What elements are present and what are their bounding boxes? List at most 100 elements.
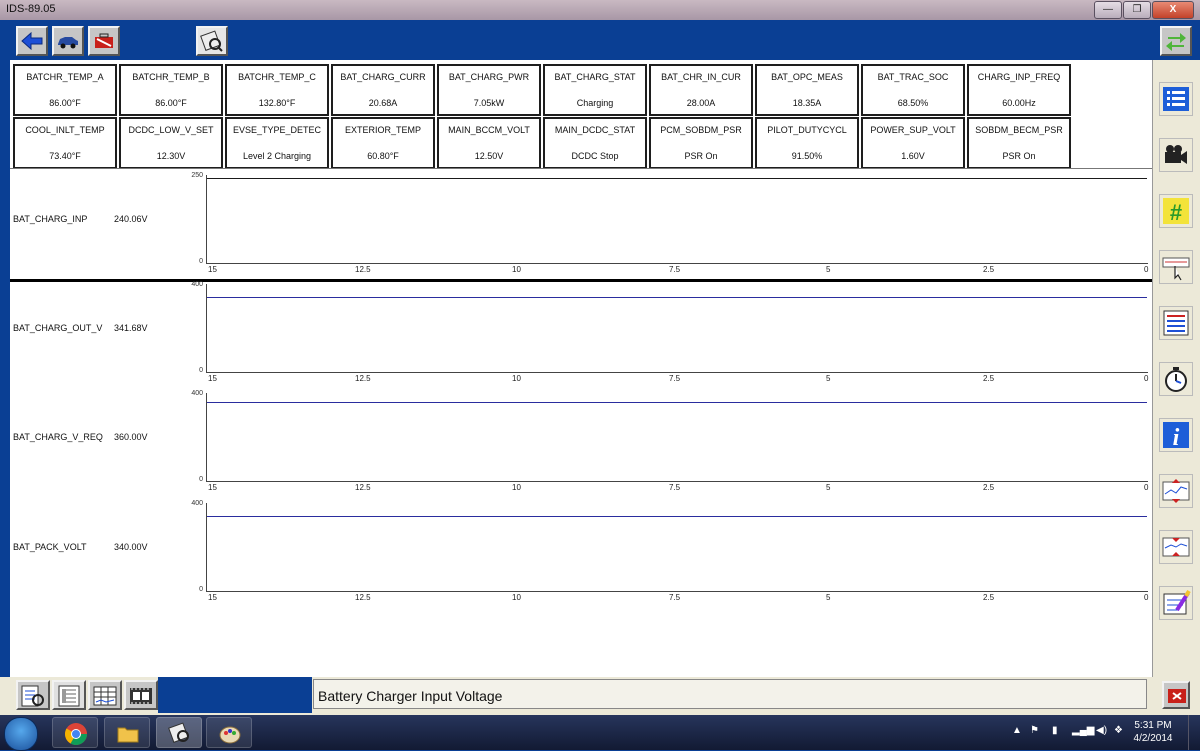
swap-button[interactable] — [1160, 26, 1192, 56]
paint-icon — [219, 726, 241, 744]
dropbox-icon[interactable]: ❖ — [1114, 725, 1123, 736]
pid-view-button[interactable] — [16, 680, 50, 710]
clear-data-button[interactable] — [1159, 586, 1193, 620]
x-tick-label: 5 — [826, 593, 831, 602]
close-button[interactable]: X — [1152, 1, 1194, 19]
graph-scale-down-icon — [1162, 537, 1190, 557]
exit-icon — [1168, 689, 1186, 703]
x-axis — [206, 481, 1148, 482]
pid-graph[interactable]: BAT_PACK_VOLT 340.00V 400 0 15 12.5 10 7.5 5 2.5 0 — [10, 500, 1152, 609]
pid-value: Level 2 Charging — [242, 151, 312, 161]
pid-value: 18.35A — [792, 98, 822, 108]
pid-list-icon — [1163, 87, 1189, 111]
pid-cell[interactable]: EVSE_TYPE_DETEC Level 2 Charging — [225, 117, 329, 169]
pid-grid-separator — [10, 168, 1152, 169]
tray-arrow-icon[interactable]: ▲ — [1012, 725, 1022, 736]
vehicle-button[interactable] — [52, 26, 84, 56]
pid-cell[interactable]: BAT_CHR_IN_CUR 28.00A — [649, 64, 753, 116]
pid-select-button[interactable] — [1159, 306, 1193, 340]
graph-trace-line — [207, 402, 1147, 403]
y-max-label: 400 — [191, 390, 203, 397]
show-desktop-button[interactable] — [1188, 715, 1200, 750]
pid-value: 60.80°F — [367, 151, 399, 161]
pid-cell[interactable]: BAT_CHARG_CURR 20.68A — [331, 64, 435, 116]
graph-cursor-icon — [1162, 257, 1190, 281]
filmstrip-button[interactable] — [124, 680, 158, 710]
pid-cell[interactable]: BATCHR_TEMP_C 132.80°F — [225, 64, 329, 116]
network-icon[interactable]: ▂▄▆ — [1072, 725, 1094, 736]
x-tick-label: 2.5 — [983, 593, 995, 602]
pid-table-button[interactable] — [88, 680, 122, 710]
graph-cursor-button[interactable] — [1159, 250, 1193, 284]
pid-cell[interactable]: COOL_INLT_TEMP 73.40°F — [13, 117, 117, 169]
pid-cell[interactable]: CHARG_INP_FREQ 60.00Hz — [967, 64, 1071, 116]
pid-graph-button[interactable] — [52, 680, 86, 710]
x-tick-label: 0 — [1144, 483, 1149, 492]
explorer-taskbar-button[interactable] — [104, 717, 150, 748]
maximize-button[interactable]: ❐ — [1123, 1, 1151, 19]
action-center-icon[interactable]: ⚑ — [1030, 725, 1039, 736]
pid-cell[interactable]: BAT_CHARG_PWR 7.05kW — [437, 64, 541, 116]
svg-text:#: # — [1170, 200, 1182, 225]
clear-data-icon — [1163, 589, 1191, 615]
back-button[interactable] — [16, 26, 48, 56]
pid-name: MAIN_BCCM_VOLT — [448, 125, 530, 135]
y-min-label: 0 — [199, 258, 203, 265]
pid-cell[interactable]: MAIN_DCDC_STAT DCDC Stop — [543, 117, 647, 169]
recorder-button[interactable] — [1159, 138, 1193, 172]
back-arrow-icon — [21, 31, 43, 51]
toolbox-button[interactable] — [88, 26, 120, 56]
battery-icon[interactable]: ▮ — [1052, 725, 1058, 736]
grid-button[interactable]: # — [1159, 194, 1193, 228]
paint-taskbar-button[interactable] — [206, 717, 252, 748]
pid-graph[interactable]: BAT_CHARG_OUT_V 341.68V 400 0 15 12.5 10 7.5 5 2.… — [10, 281, 1152, 390]
x-tick-label: 2.5 — [983, 265, 995, 274]
pid-cell[interactable]: POWER_SUP_VOLT 1.60V — [861, 117, 965, 169]
info-button[interactable]: i — [1159, 418, 1193, 452]
pid-cell[interactable]: EXTERIOR_TEMP 60.80°F — [331, 117, 435, 169]
graph-pid-value: 340.00V — [114, 542, 148, 552]
pid-select-icon — [1163, 310, 1189, 336]
pid-name: BATCHR_TEMP_B — [132, 72, 210, 82]
chrome-taskbar-button[interactable] — [52, 717, 98, 748]
pid-data-panel: BATCHR_TEMP_A 86.00°F BATCHR_TEMP_B 86.00°F… — [10, 60, 1152, 677]
pid-graph[interactable]: BAT_CHARG_V_REQ 360.00V 400 0 15 12.5 10 7.5 5 2.… — [10, 390, 1152, 499]
pid-name: BATCHR_TEMP_A — [26, 72, 104, 82]
graph-scale-up-button[interactable] — [1159, 474, 1193, 508]
pid-cell[interactable]: SOBDM_BECM_PSR PSR On — [967, 117, 1071, 169]
pid-cell[interactable]: BATCHR_TEMP_A 86.00°F — [13, 64, 117, 116]
pid-graph[interactable]: BAT_CHARG_INP 240.06V 250 0 15 12.5 10 7.5 5 2.5 0 — [10, 172, 1152, 281]
right-sidebar: # i — [1152, 60, 1200, 677]
stopwatch-button[interactable] — [1159, 362, 1193, 396]
pid-cell[interactable]: PILOT_DUTYCYCL 91.50% — [755, 117, 859, 169]
taskbar-clock[interactable]: 5:31 PM 4/2/2014 — [1130, 719, 1176, 745]
y-max-label: 400 — [191, 500, 203, 507]
pid-graph-icon — [58, 685, 80, 707]
windows-start-icon[interactable] — [4, 717, 38, 751]
minimize-button[interactable]: — — [1094, 1, 1122, 19]
pid-cell[interactable]: BAT_OPC_MEAS 18.35A — [755, 64, 859, 116]
pid-cell[interactable]: BAT_TRAC_SOC 68.50% — [861, 64, 965, 116]
exit-button[interactable] — [1162, 681, 1190, 709]
pid-list-button[interactable] — [1159, 82, 1193, 116]
clock-time: 5:31 PM — [1134, 720, 1172, 731]
pid-value: 1.60V — [901, 151, 925, 161]
pid-value: 60.00Hz — [1002, 98, 1036, 108]
pid-cell[interactable]: DCDC_LOW_V_SET 12.30V — [119, 117, 223, 169]
graph-trace-line — [207, 516, 1147, 517]
pid-cell[interactable]: BATCHR_TEMP_B 86.00°F — [119, 64, 223, 116]
pid-value: 20.68A — [368, 98, 398, 108]
pid-cell[interactable]: MAIN_BCCM_VOLT 12.50V — [437, 117, 541, 169]
window-title: IDS-89.05 — [6, 3, 56, 15]
volume-icon[interactable]: ◀) — [1096, 725, 1107, 736]
graph-pid-value: 341.68V — [114, 323, 148, 333]
graph-scale-down-button[interactable] — [1159, 530, 1193, 564]
pid-cell[interactable]: BAT_CHARG_STAT Charging — [543, 64, 647, 116]
swap-arrows-icon — [1166, 33, 1186, 51]
x-tick-label: 10 — [512, 265, 521, 274]
pid-cell[interactable]: PCM_SOBDM_PSR PSR On — [649, 117, 753, 169]
datalogger-tab[interactable] — [196, 26, 228, 56]
window-titlebar: IDS-89.05 — ❐ X — [0, 0, 1200, 21]
ids-taskbar-button[interactable] — [156, 717, 202, 748]
x-tick-label: 5 — [826, 483, 831, 492]
